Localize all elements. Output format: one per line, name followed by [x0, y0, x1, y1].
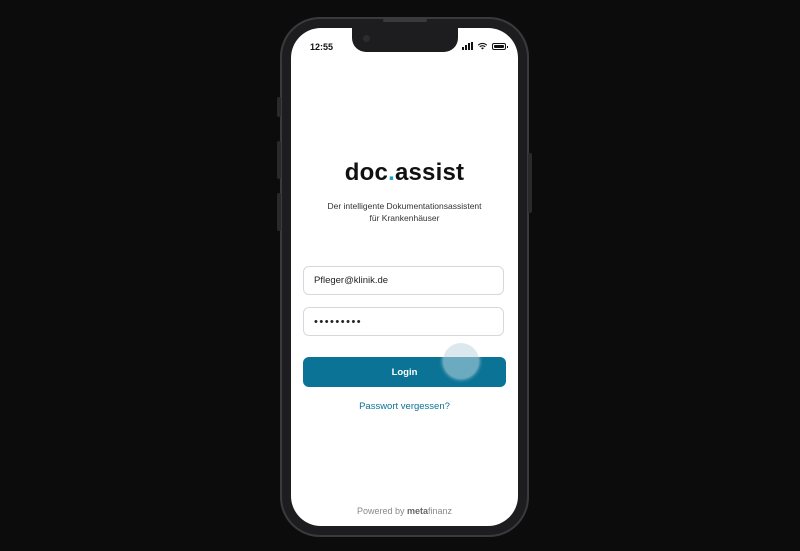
phone-screen: 12:55 doc.assist Der intelligente Dokume…: [291, 28, 518, 526]
signal-icon: [462, 42, 473, 50]
tagline-line-1: Der intelligente Dokumentationsassistent: [327, 201, 482, 211]
tagline-line-2: für Krankenhäuser: [369, 213, 440, 223]
powered-by-text: Powered by: [356, 506, 405, 516]
camera-icon: [363, 35, 370, 42]
status-icons: [462, 42, 508, 50]
power-button: [528, 153, 532, 213]
logo-text-doc: doc: [344, 159, 389, 186]
app-tagline: Der intelligente Dokumentationsassistent…: [291, 200, 518, 224]
login-button-label: Login: [391, 366, 418, 378]
touch-indicator: [443, 343, 479, 379]
password-field[interactable]: [303, 307, 504, 336]
forgot-password-link[interactable]: Passwort vergessen?: [291, 401, 518, 412]
volume-down-button: [277, 193, 281, 231]
app-logo: doc.assist: [291, 159, 518, 187]
mute-switch: [277, 97, 281, 117]
powered-by-footer: Powered by metafinanz: [291, 506, 518, 516]
brand-name-bold: meta: [407, 506, 429, 516]
status-time: 12:55: [310, 42, 334, 52]
notch: [352, 28, 458, 52]
speaker-grille: [383, 19, 427, 22]
logo-text-assist: assist: [394, 159, 465, 186]
volume-up-button: [277, 141, 281, 179]
logo-dot: .: [388, 159, 395, 186]
email-field[interactable]: [303, 266, 504, 295]
brand-name-light: finanz: [428, 506, 453, 516]
wifi-icon: [477, 42, 488, 50]
phone-frame: 12:55 doc.assist Der intelligente Dokume…: [277, 17, 532, 537]
battery-icon: [492, 42, 508, 50]
